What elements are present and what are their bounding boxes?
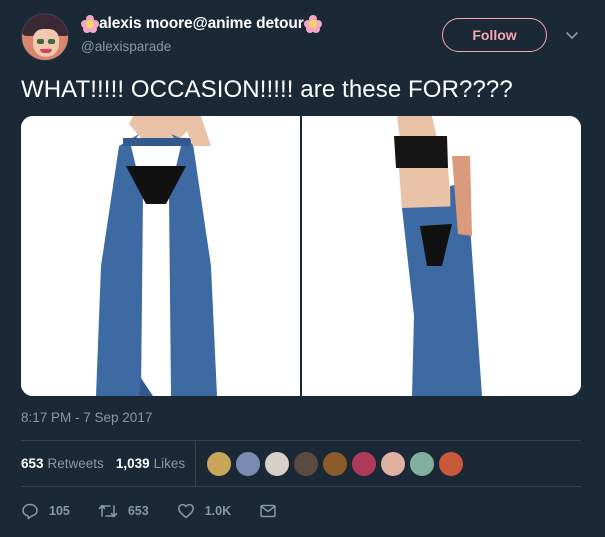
follow-button[interactable]: Follow	[442, 18, 547, 52]
author-handle[interactable]: @alexisparade	[81, 39, 171, 54]
reply-count: 105	[49, 504, 70, 518]
retweets-label[interactable]: Retweets	[48, 456, 104, 471]
divider	[21, 486, 581, 487]
liker-avatar[interactable]	[380, 451, 406, 477]
author-avatar[interactable]	[21, 13, 69, 61]
engagement-stats: 653 Retweets 1,039 Likes	[21, 441, 197, 486]
tweet-timestamp[interactable]: 8:17 PM - 7 Sep 2017	[21, 410, 152, 425]
jeans-photo-right	[302, 116, 581, 396]
media-photo-right[interactable]	[302, 116, 581, 396]
tweet-media[interactable]	[21, 116, 581, 396]
retweet-icon	[98, 504, 118, 518]
media-photo-left[interactable]	[21, 116, 300, 396]
stats-separator	[195, 441, 196, 486]
liker-avatar[interactable]	[264, 451, 290, 477]
author-display-name[interactable]: alexis moore@anime detour	[99, 15, 304, 33]
jeans-photo-left	[21, 116, 300, 396]
likes-label[interactable]: Likes	[154, 456, 186, 471]
like-count: 1.0K	[204, 504, 232, 518]
retweet-button[interactable]: 653	[98, 502, 149, 520]
cherry-blossom-icon	[303, 15, 322, 33]
liker-avatar[interactable]	[206, 451, 232, 477]
reply-icon	[22, 503, 38, 520]
retweets-count[interactable]: 653	[21, 456, 44, 471]
liker-avatars	[206, 451, 467, 477]
author-name-row[interactable]: alexis moore@anime detour	[81, 14, 322, 34]
liker-avatar[interactable]	[351, 451, 377, 477]
retweet-count: 653	[127, 504, 149, 518]
liker-avatar[interactable]	[409, 451, 435, 477]
heart-icon	[177, 503, 194, 519]
likes-count[interactable]: 1,039	[116, 456, 150, 471]
liker-avatar[interactable]	[235, 451, 261, 477]
liker-avatar[interactable]	[438, 451, 464, 477]
envelope-icon	[260, 504, 276, 518]
cherry-blossom-icon	[81, 15, 99, 33]
chevron-down-icon[interactable]	[563, 26, 581, 44]
liker-avatar[interactable]	[322, 451, 348, 477]
tweet-text: WHAT!!!!! OCCASION!!!!! are these FOR???…	[21, 76, 513, 103]
direct-message-button[interactable]	[259, 502, 287, 520]
liker-avatar[interactable]	[293, 451, 319, 477]
like-button[interactable]: 1.0K	[177, 502, 231, 520]
tweet-actions: 105 653 1.0K	[21, 498, 315, 524]
reply-button[interactable]: 105	[21, 502, 70, 520]
